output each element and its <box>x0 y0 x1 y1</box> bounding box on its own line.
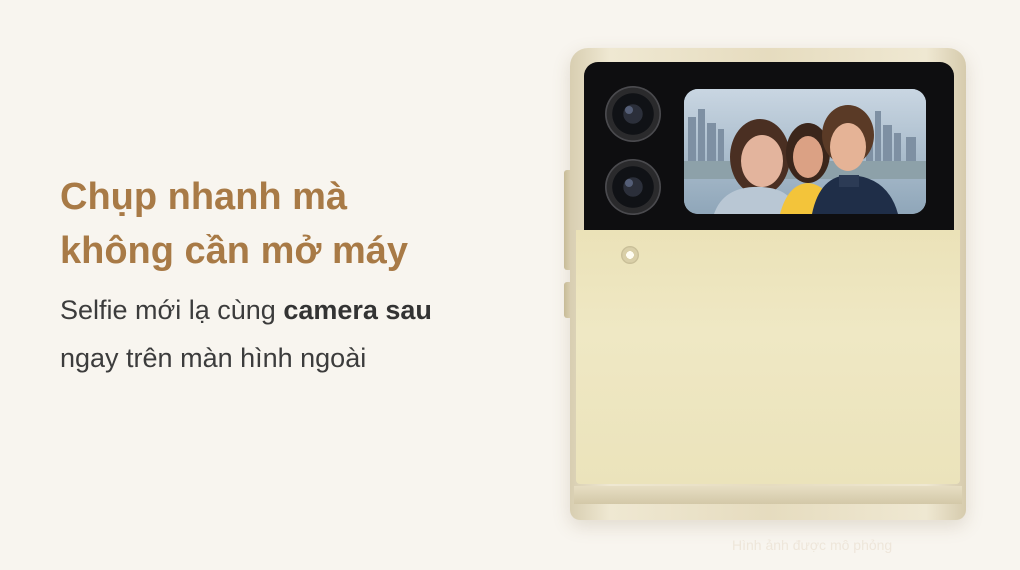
camera-lens-icon <box>605 86 661 142</box>
headline: Chụp nhanh mà không cần mở máy <box>60 170 408 278</box>
phone-hinge <box>574 486 962 504</box>
subtext-line-1: Selfie mới lạ cùng camera sau <box>60 286 432 334</box>
subtext-line-1-prefix: Selfie mới lạ cùng <box>60 295 284 325</box>
cover-screen-selfie <box>684 89 926 214</box>
flash-icon <box>621 246 639 264</box>
selfie-image <box>684 89 926 214</box>
image-disclaimer-watermark: Hình ảnh được mô phỏng <box>732 537 893 553</box>
subtext-line-2: ngay trên màn hình ngoài <box>60 343 367 373</box>
phone-cream-back-panel <box>576 230 960 484</box>
camera-lens-icon <box>605 159 661 215</box>
headline-line-2: không cần mở máy <box>60 230 408 272</box>
subtext: Selfie mới lạ cùng camera sau ngay trên … <box>60 286 432 382</box>
subtext-line-1-bold: camera sau <box>283 295 432 325</box>
headline-line-1: Chụp nhanh mà <box>60 176 348 218</box>
